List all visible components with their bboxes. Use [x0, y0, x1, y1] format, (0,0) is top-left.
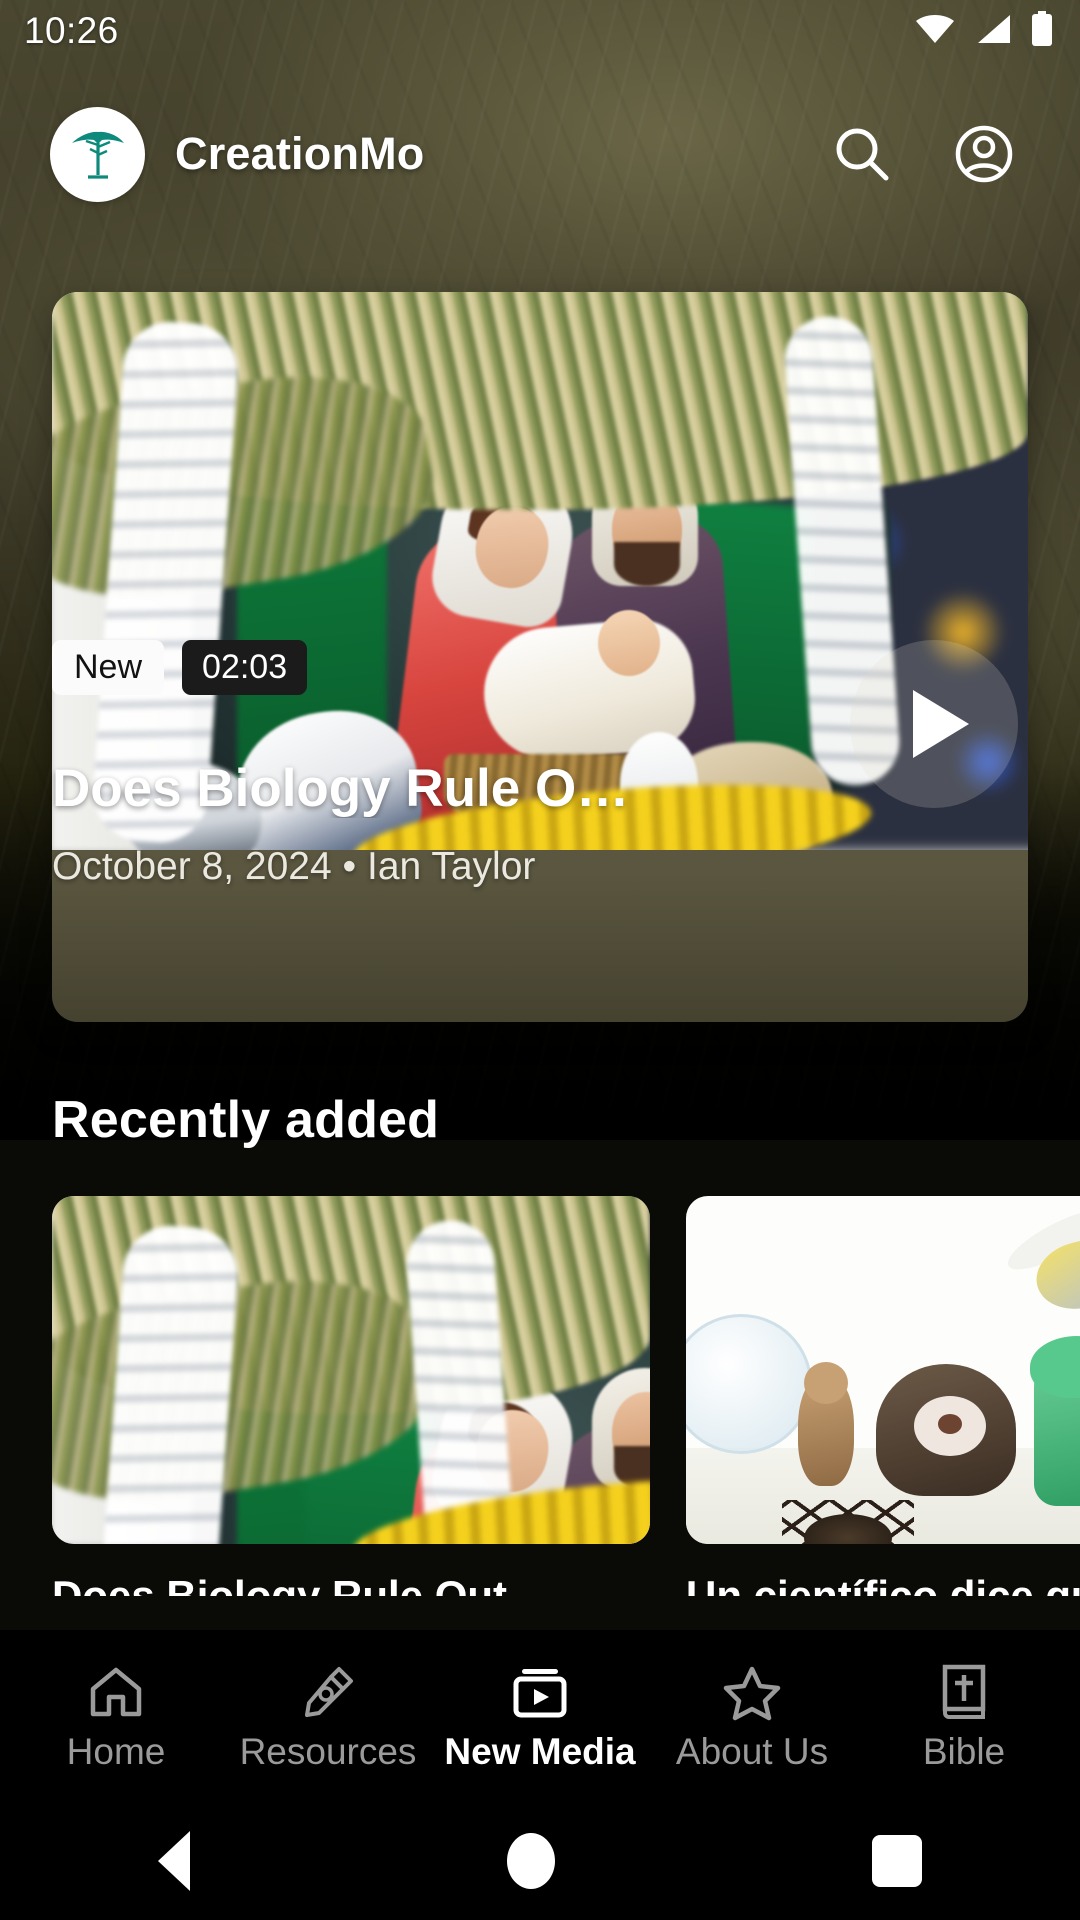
battery-icon — [1030, 10, 1054, 52]
duration-badge: 02:03 — [182, 640, 308, 696]
pen-nib-icon — [299, 1659, 357, 1721]
account-circle-icon[interactable] — [948, 118, 1020, 190]
bible-book-icon — [937, 1659, 991, 1721]
featured-subtitle: October 8, 2024 • Ian Taylor — [52, 845, 536, 888]
featured-badges: New 02:03 — [52, 640, 308, 696]
featured-title: Does Biology Rule O… — [52, 760, 630, 818]
nav-item-about-us[interactable]: About Us — [652, 1659, 852, 1773]
list-item[interactable]: Un científico dice que — [686, 1196, 1080, 1596]
nav-item-home[interactable]: Home — [16, 1659, 216, 1773]
nav-item-bible[interactable]: Bible — [864, 1659, 1064, 1773]
nav-label: Resources — [239, 1731, 417, 1772]
nav-label: About Us — [675, 1731, 829, 1772]
nav-label: Bible — [922, 1731, 1006, 1772]
acacia-tree-logo[interactable] — [50, 106, 145, 202]
recently-added-heading: Recently added — [52, 1091, 440, 1149]
status-bar: 10:26 — [0, 0, 1080, 62]
item-title: Does Biology Rule Out — [52, 1572, 508, 1596]
item-thumbnail — [686, 1196, 1080, 1544]
circle-home-icon[interactable] — [506, 1833, 555, 1889]
app-screen: 10:26 CreationMo New 02:03 Does Biology … — [0, 0, 1080, 1920]
triangle-back-icon[interactable] — [158, 1831, 191, 1891]
item-title: Un científico dice que — [686, 1572, 1080, 1596]
search-icon[interactable] — [826, 118, 898, 190]
play-icon[interactable] — [850, 640, 1018, 808]
item-thumbnail — [52, 1196, 650, 1544]
cellular-signal-icon — [974, 13, 1012, 50]
nav-label: Home — [66, 1731, 166, 1772]
featured-gradient-overlay — [52, 872, 1028, 1022]
nav-item-new-media[interactable]: New Media — [440, 1659, 640, 1773]
android-system-nav — [0, 1802, 1080, 1920]
new-badge: New — [52, 640, 165, 696]
nav-item-resources[interactable]: Resources — [228, 1659, 428, 1773]
recently-added-rail[interactable]: Does Biology Rule Out Un científico dice… — [0, 1196, 1080, 1596]
home-icon — [87, 1659, 145, 1721]
nativity-scene-image — [52, 1196, 650, 1544]
status-time: 10:26 — [24, 10, 119, 51]
bottom-navigation-bar: Home Resources New Media About Us Bible — [0, 1630, 1080, 1802]
nav-label: New Media — [444, 1731, 636, 1772]
square-recents-icon[interactable] — [871, 1835, 922, 1887]
app-bar: CreationMo — [0, 100, 1080, 208]
media-play-icon — [510, 1659, 570, 1721]
star-icon — [722, 1659, 782, 1721]
play-triangle — [913, 690, 969, 758]
brand-title: CreationMo — [175, 128, 425, 179]
status-icons — [914, 10, 1054, 52]
group-of-animals-image — [686, 1196, 1080, 1544]
recently-added-list: Does Biology Rule Out Un científico dice… — [0, 1196, 1080, 1596]
wifi-icon — [914, 13, 956, 50]
app-bar-actions — [826, 118, 1020, 190]
list-item[interactable]: Does Biology Rule Out — [52, 1196, 650, 1596]
